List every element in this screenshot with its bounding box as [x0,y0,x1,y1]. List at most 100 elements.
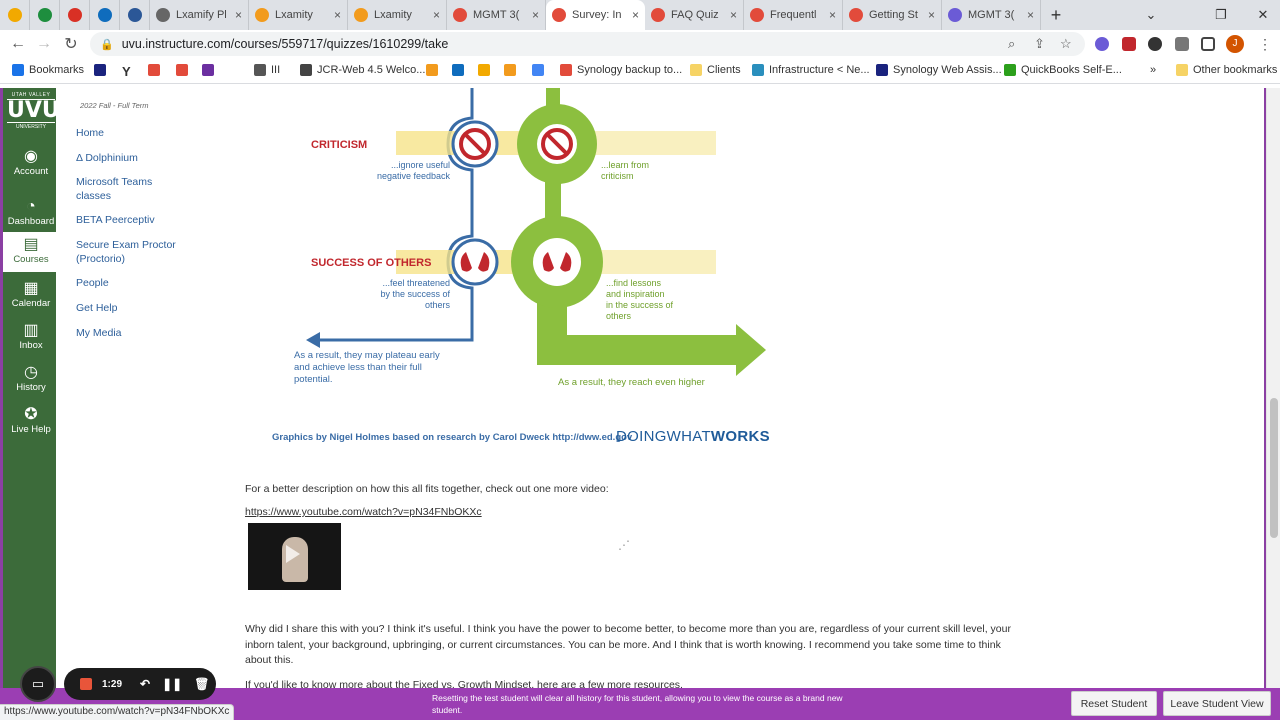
zoom-icon[interactable]: ⌕ [1008,36,1015,52]
extension-dark-icon[interactable] [1148,37,1162,51]
course-nav-link[interactable]: Microsoft Teams classes [76,175,186,203]
bookmark-19[interactable]: Other bookmarks [1176,64,1277,76]
tab-0[interactable] [0,0,30,30]
bookmark-15[interactable]: Infrastructure < Ne... [752,64,870,76]
global-nav-live-help[interactable]: ✪ Live Help [3,402,59,442]
menu-icon[interactable]: ⋮ [1258,36,1272,53]
bookmark-icon [300,64,312,76]
close-window-icon[interactable]: ✕ [1240,0,1280,30]
scrollbar-thumb[interactable] [1270,398,1278,538]
address-bar[interactable]: 🔒 uvu.instructure.com/courses/559717/qui… [90,32,1085,56]
bookmark-icon [1004,64,1016,76]
pause-icon[interactable]: ❚❚ [162,677,182,691]
global-nav-inbox[interactable]: ▥ Inbox [3,318,59,358]
course-nav-link[interactable]: Get Help [76,301,186,315]
bookmark-8[interactable] [426,64,443,76]
play-icon[interactable] [286,545,300,563]
global-nav-dashboard[interactable]: ◔ Dashboard [3,194,59,232]
tab-10[interactable]: FAQ Quiz × [645,0,744,30]
tab-5[interactable]: Lxamify Pl × [150,0,249,30]
tab-title: MGMT 3( [968,9,1015,21]
close-tab-icon[interactable]: × [632,8,639,22]
course-nav-link[interactable]: My Media [76,326,186,340]
bookmark-1[interactable] [94,64,111,76]
reset-student-button[interactable]: Reset Student [1071,691,1157,716]
back-icon[interactable]: ← [5,31,31,57]
global-nav-courses[interactable]: ▤ Courses [3,232,59,272]
close-tab-icon[interactable]: × [730,8,737,22]
course-term: 2022 Fall - Full Term [80,101,149,110]
bookmark-2[interactable]: Y [122,64,131,79]
profile-avatar[interactable]: J [1226,35,1244,53]
url-text[interactable]: uvu.instructure.com/courses/559717/quizz… [122,37,449,51]
tab-7[interactable]: Lxamity × [348,0,447,30]
bookmark-12[interactable] [532,64,549,76]
reload-icon[interactable]: ↻ [58,31,84,57]
youtube-link[interactable]: https://www.youtube.com/watch?v=pN34FNbO… [245,506,482,518]
bookmark-10[interactable] [478,64,495,76]
new-tab-button[interactable]: + [1041,0,1071,30]
growth-mindset-infographic: CRITICISM ...ignore useful negative feed… [294,88,766,388]
video-thumbnail[interactable] [248,523,341,590]
global-nav-calendar[interactable]: ▦ Calendar [3,276,59,316]
bookmark-4[interactable] [176,64,193,76]
bookmark-18[interactable]: » [1150,64,1156,76]
bookmarks-bar: Bookmarks Y III JCR-Web 4.5 Welco... Synolog… [0,58,1280,84]
bookmark-9[interactable] [452,64,469,76]
tab-search-icon[interactable]: ⌄ [1128,0,1174,30]
trash-icon[interactable]: 🗑 [194,677,209,691]
bookmark-7[interactable]: JCR-Web 4.5 Welco... [300,64,425,76]
stop-record-icon[interactable] [80,678,92,690]
tab-13[interactable]: MGMT 3( × [942,0,1041,30]
tab-2[interactable] [60,0,90,30]
course-nav-link[interactable]: People [76,276,186,290]
tab-9[interactable]: Survey: In × [546,0,645,30]
close-tab-icon[interactable]: × [433,8,440,22]
global-nav-history[interactable]: ◷ History [3,360,59,400]
close-tab-icon[interactable]: × [829,8,836,22]
tab-6[interactable]: Lxamity × [249,0,348,30]
sidepanel-icon[interactable] [1201,37,1215,51]
undo-icon[interactable]: ↶ [140,677,150,691]
tab-12[interactable]: Getting St × [843,0,942,30]
course-nav-link[interactable]: Δ Dolphinium [76,151,186,165]
account-icon: ◉ [24,148,38,165]
close-tab-icon[interactable]: × [334,8,341,22]
bookmark-11[interactable] [504,64,521,76]
bookmark-6[interactable]: III [254,64,280,76]
course-nav-link[interactable]: BETA Peerceptiv [76,213,186,227]
brand-a: DOINGWHAT [616,428,711,445]
tab-3[interactable] [90,0,120,30]
star-icon[interactable]: ☆ [1060,36,1072,52]
canvas-icon [651,8,665,22]
close-tab-icon[interactable]: × [1027,8,1034,22]
tab-1[interactable] [30,0,60,30]
course-nav-link[interactable]: Secure Exam Proctor (Proctorio) [76,238,186,266]
leave-student-view-button[interactable]: Leave Student View [1163,691,1271,716]
bookmark-14[interactable]: Clients [690,64,741,76]
course-nav-link[interactable]: Home [76,126,186,140]
extensions-puzzle-icon[interactable] [1175,37,1189,51]
extension-red-icon[interactable] [1122,37,1136,51]
diamond-icon [37,8,52,22]
bookmark-5[interactable] [202,64,219,76]
bookmark-0[interactable]: Bookmarks [12,64,84,76]
camera-icon[interactable]: ▭ [20,666,56,702]
uvu-logo[interactable]: UTAH VALLEY UVU UNIVERSITY [7,92,60,134]
tab-4[interactable] [120,0,150,30]
bookmark-16[interactable]: Synology Web Assis... [876,64,1002,76]
close-tab-icon[interactable]: × [235,8,242,22]
close-tab-icon[interactable]: × [532,8,539,22]
share-icon[interactable]: ⇪ [1034,36,1045,52]
close-tab-icon[interactable]: × [928,8,935,22]
bookmark-3[interactable] [148,64,165,76]
global-nav-account[interactable]: ◉ Account [3,144,59,184]
forward-icon[interactable]: → [31,31,57,57]
scrollbar[interactable] [1266,88,1280,693]
bookmark-13[interactable]: Synology backup to... [560,64,682,76]
tab-8[interactable]: MGMT 3(× [447,0,546,30]
tab-11[interactable]: Frequentl × [744,0,843,30]
bookmark-17[interactable]: QuickBooks Self-E... [1004,64,1122,76]
restore-window-icon[interactable]: ❐ [1198,0,1244,30]
extension-gear-icon[interactable] [1095,37,1109,51]
